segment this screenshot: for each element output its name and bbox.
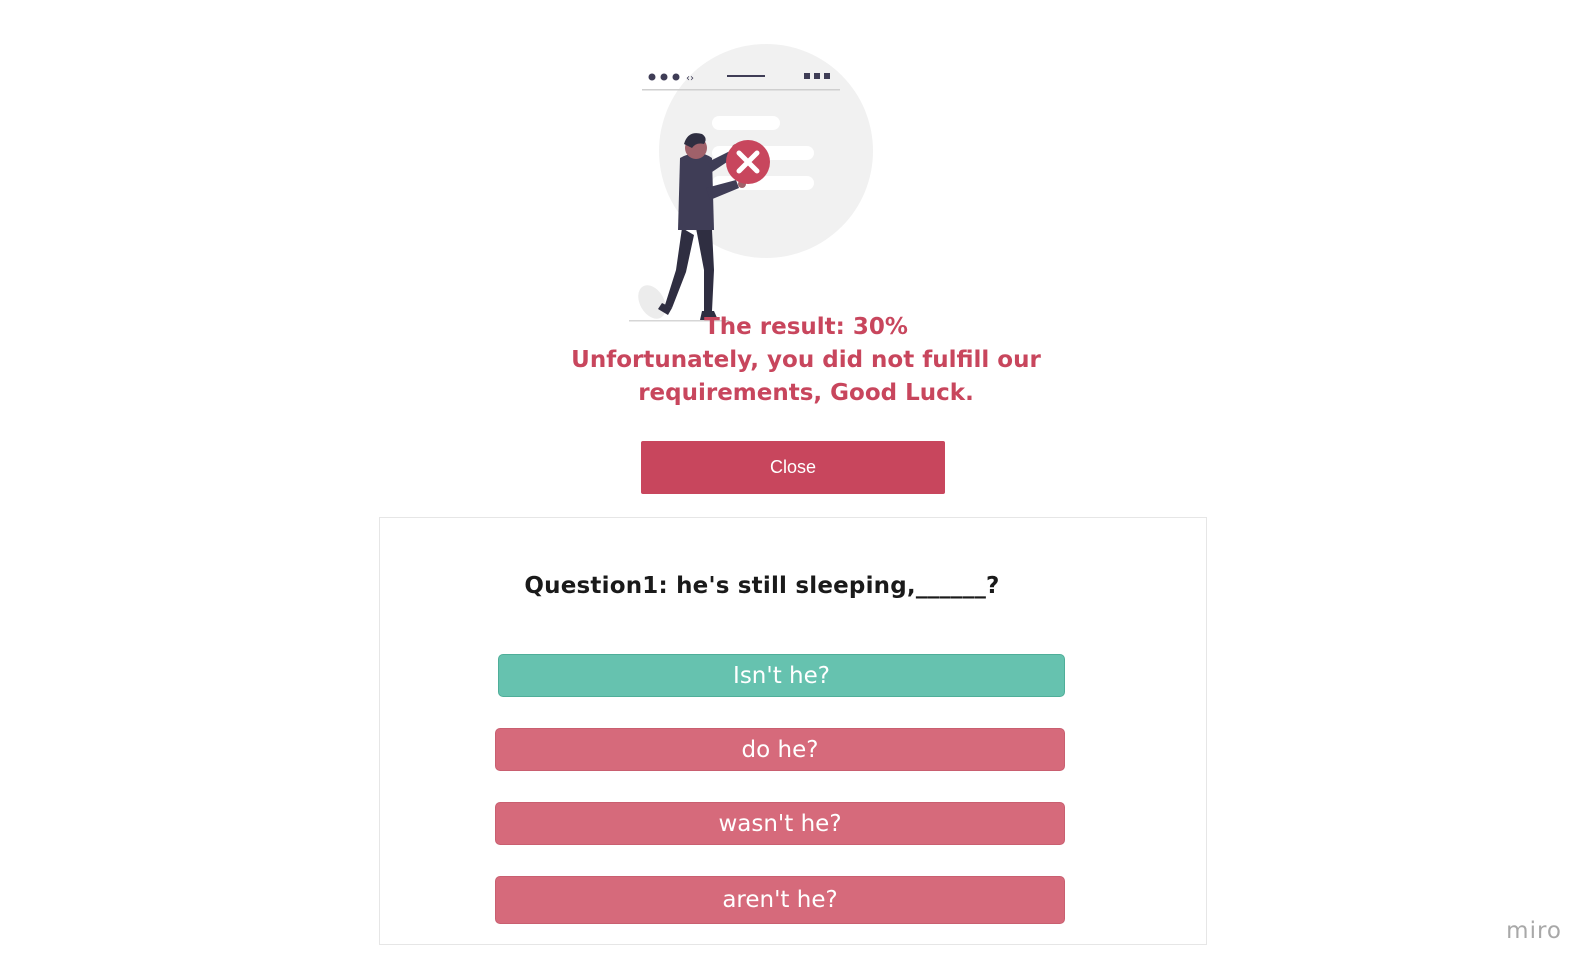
answer-label: aren't he? — [722, 887, 838, 913]
result-message-line1: Unfortunately, you did not fulfill our — [571, 347, 1041, 373]
result-message-line2: requirements, Good Luck. — [638, 380, 974, 406]
quiz-result-page: ‹› The result: 30% Unfortunately, you di… — [0, 0, 1596, 978]
answer-label: Isn't he? — [733, 662, 830, 689]
answer-option-wrong[interactable]: do he? — [495, 728, 1065, 771]
question-card: Question1: he's still sleeping,______? I… — [379, 517, 1207, 945]
miro-watermark: miro — [1506, 918, 1562, 944]
failed-result-illustration: ‹› — [629, 44, 873, 322]
answer-option-wrong[interactable]: wasn't he? — [495, 802, 1065, 845]
result-message: The result: 30% Unfortunately, you did n… — [500, 311, 1112, 410]
answer-option-wrong[interactable]: aren't he? — [495, 876, 1065, 924]
question-text: Question1: he's still sleeping,______? — [524, 573, 1000, 599]
svg-text:‹›: ‹› — [686, 73, 694, 84]
answer-label: do he? — [741, 736, 819, 763]
answer-label: wasn't he? — [718, 810, 842, 837]
result-score: The result: 30% — [704, 314, 908, 340]
close-button[interactable]: Close — [641, 441, 945, 494]
answer-option-correct[interactable]: Isn't he? — [498, 654, 1065, 697]
